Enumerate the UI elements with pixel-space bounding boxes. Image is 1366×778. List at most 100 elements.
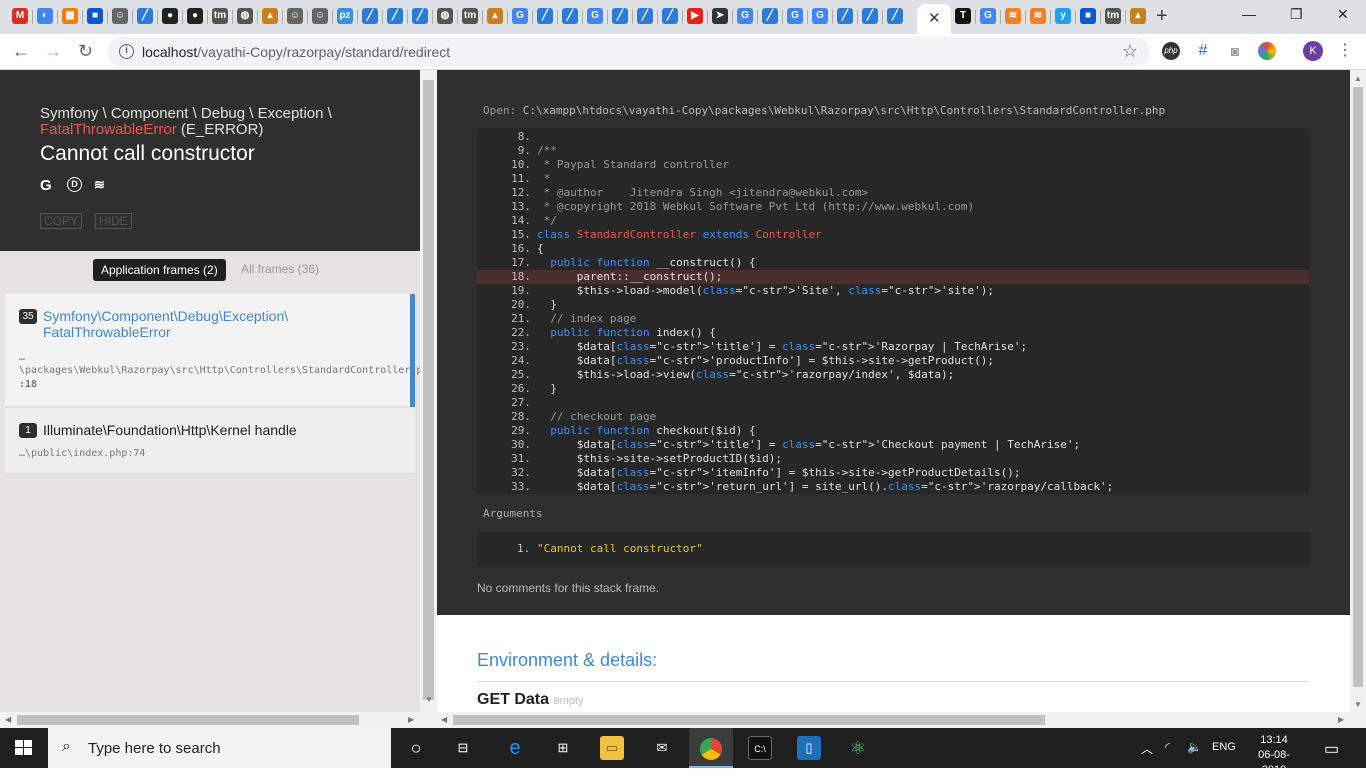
left-panel-scrollbar[interactable]: ▼: [420, 70, 437, 712]
scrollbar-thumb[interactable]: [1353, 87, 1363, 687]
hide-button[interactable]: HIDE: [95, 213, 132, 229]
info-icon[interactable]: i: [119, 44, 134, 59]
scroll-down-arrow-icon[interactable]: ▼: [1354, 700, 1362, 709]
tab-app-icon[interactable]: ▦: [62, 8, 78, 24]
close-window-button[interactable]: ✕: [1337, 6, 1349, 23]
tab-youtube-icon[interactable]: ▶: [687, 8, 703, 24]
url-text[interactable]: localhost/vayathi-Copy/razorpay/standard…: [142, 44, 450, 60]
tab-globe-icon[interactable]: ◍: [437, 8, 453, 24]
tab-reddit-icon[interactable]: ☺: [112, 8, 128, 24]
open-file-line[interactable]: Open: C:\xampp\htdocs\vayathi-Copy\packa…: [483, 104, 1165, 117]
tab-gmail-icon[interactable]: M: [12, 8, 28, 24]
language-indicator[interactable]: ENG: [1212, 741, 1236, 753]
tab-G-icon[interactable]: G: [980, 8, 996, 24]
tab-cake-icon[interactable]: ▴: [262, 8, 278, 24]
tab-feather-icon[interactable]: ╱: [862, 8, 878, 24]
tab-so-icon[interactable]: ≋: [1005, 8, 1021, 24]
tray-expand-icon[interactable]: ︿: [1141, 740, 1153, 757]
stackoverflow-search-icon[interactable]: ≋: [94, 177, 105, 193]
tab-feather-icon[interactable]: ╱: [837, 8, 853, 24]
tab-pz-icon[interactable]: pz: [337, 8, 353, 24]
tab-so-icon[interactable]: ≋: [1030, 8, 1046, 24]
atom-icon[interactable]: ⚛: [846, 736, 870, 760]
chrome-taskbar-icon[interactable]: [689, 728, 733, 768]
tab-google-icon[interactable]: G: [587, 8, 603, 24]
back-button[interactable]: ←: [12, 41, 30, 62]
network-icon[interactable]: ◜: [1165, 740, 1170, 754]
tab-feather-icon[interactable]: ╱: [412, 8, 428, 24]
tab-google-icon[interactable]: G: [512, 8, 528, 24]
tab-tm-icon[interactable]: tm: [212, 8, 228, 24]
stack-frame[interactable]: 35 Symfony\Component\Debug\Exception\ Fat…: [5, 294, 420, 407]
tab-application-frames[interactable]: Application frames (2): [93, 259, 226, 281]
active-tab[interactable]: ✕: [917, 4, 951, 34]
scroll-down-arrow-icon[interactable]: ▼: [425, 695, 433, 704]
stack-frame[interactable]: 1 Illuminate\Foundation\Http\Kernel hand…: [5, 408, 415, 474]
app-icon[interactable]: ▯: [797, 736, 821, 760]
tab-feather-icon[interactable]: ╱: [362, 8, 378, 24]
scrollbar-thumb[interactable]: [423, 80, 434, 700]
scroll-right-arrow-icon[interactable]: ▶: [408, 715, 414, 724]
new-tab-button[interactable]: +: [1156, 5, 1168, 28]
color-extension-icon[interactable]: [1258, 42, 1276, 60]
php-extension-icon[interactable]: php: [1162, 42, 1180, 60]
tab-tm-icon[interactable]: tm: [462, 8, 478, 24]
tab-feather-icon[interactable]: ╱: [137, 8, 153, 24]
tab-feather-icon[interactable]: ╱: [537, 8, 553, 24]
tab-feather-icon[interactable]: ╱: [762, 8, 778, 24]
file-explorer-icon[interactable]: ▭: [600, 736, 624, 760]
store-icon[interactable]: ⊞: [551, 736, 575, 760]
tab-all-frames[interactable]: All frames (36): [241, 262, 319, 276]
page-scrollbar[interactable]: ▲ ▼: [1350, 70, 1366, 712]
tab-feather-icon[interactable]: ╱: [662, 8, 678, 24]
bookmark-star-icon[interactable]: ☆: [1122, 41, 1138, 62]
mail-icon[interactable]: ✉: [650, 736, 674, 760]
tab-feather-icon[interactable]: ╱: [887, 8, 903, 24]
scroll-up-arrow-icon[interactable]: ▲: [1354, 74, 1362, 83]
scroll-left-arrow-icon[interactable]: ◀: [5, 715, 11, 724]
windows-start-icon[interactable]: [15, 740, 33, 756]
tab-cake-icon[interactable]: ▴: [487, 8, 503, 24]
close-tab-icon[interactable]: ✕: [928, 9, 941, 27]
tab-reddit-icon[interactable]: ☺: [287, 8, 303, 24]
maximize-button[interactable]: ❐: [1290, 6, 1303, 23]
cortana-icon[interactable]: ○: [404, 736, 428, 760]
horizontal-scrollbars[interactable]: ◀ ▶ ◀ ▶: [0, 712, 1366, 728]
edge-icon[interactable]: e: [503, 736, 527, 760]
copy-button[interactable]: COPY: [40, 213, 83, 229]
scroll-right-arrow-icon[interactable]: ▶: [1338, 715, 1344, 724]
tab-feather-icon[interactable]: ╱: [612, 8, 628, 24]
grid-extension-icon[interactable]: #: [1194, 42, 1212, 60]
address-bar[interactable]: i localhost/vayathi-Copy/razorpay/standa…: [107, 37, 1150, 67]
tab-T-icon[interactable]: T: [955, 8, 971, 24]
terminal-icon[interactable]: C:\: [748, 736, 772, 760]
tab-globe-icon[interactable]: ◍: [237, 8, 253, 24]
tab-tm-icon[interactable]: tm: [1105, 8, 1121, 24]
scroll-left-arrow-icon[interactable]: ◀: [441, 715, 447, 724]
tab-feather-icon[interactable]: ╱: [562, 8, 578, 24]
reload-button[interactable]: ↻: [78, 41, 93, 62]
minimize-button[interactable]: —: [1242, 6, 1256, 22]
menu-icon[interactable]: ⋮: [1336, 42, 1354, 60]
tab-reddit-icon[interactable]: ☺: [312, 8, 328, 24]
taskbar-search-box[interactable]: ⌕ Type here to search: [48, 728, 391, 768]
profile-avatar[interactable]: K: [1303, 41, 1323, 61]
tab-github-icon[interactable]: ●: [162, 8, 178, 24]
task-view-icon[interactable]: ⊟: [451, 736, 475, 760]
right-hscroll-thumb[interactable]: [453, 715, 1045, 725]
clock[interactable]: 13:14 06-08-2019: [1249, 733, 1299, 778]
forward-button[interactable]: →: [44, 41, 62, 62]
tab-lock-icon[interactable]: ■: [1080, 8, 1096, 24]
google-search-icon[interactable]: G: [40, 177, 52, 194]
tab-chrome-icon[interactable]: ◐: [37, 8, 53, 24]
tab-lock-icon[interactable]: ■: [87, 8, 103, 24]
tab-cake-icon[interactable]: ▴: [1130, 8, 1146, 24]
tab-google-icon[interactable]: G: [737, 8, 753, 24]
camera-extension-icon[interactable]: ◙: [1226, 42, 1244, 60]
volume-muted-icon[interactable]: 🔈: [1187, 740, 1202, 754]
tab-y-icon[interactable]: y: [1055, 8, 1071, 24]
tab-send-icon[interactable]: ➤: [712, 8, 728, 24]
tab-feather-icon[interactable]: ╱: [387, 8, 403, 24]
notification-icon[interactable]: ▭: [1324, 739, 1339, 759]
tab-feather-icon[interactable]: ╱: [637, 8, 653, 24]
